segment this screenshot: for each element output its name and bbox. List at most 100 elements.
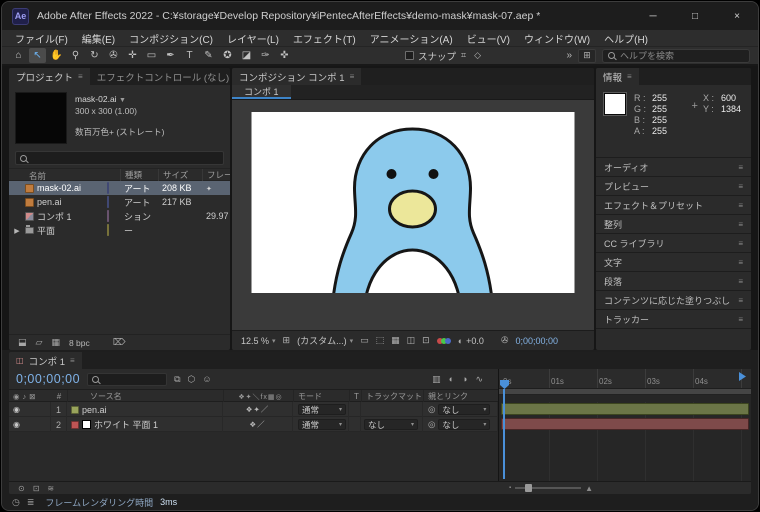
label-color-chip[interactable] [107, 196, 109, 208]
current-time-field[interactable]: 0;00;00;00 [16, 372, 80, 386]
workspace-button[interactable]: ⊞ [578, 49, 596, 63]
zoom-slider-thumb[interactable] [525, 484, 532, 492]
panel-menu-icon[interactable]: ≡ [627, 72, 632, 81]
panel-content-aware-fill[interactable]: コンテンツに応じた塗りつぶし≡ [596, 290, 751, 309]
hand-tool-icon[interactable]: ✋ [48, 48, 65, 63]
layer-duration-bar[interactable] [501, 403, 749, 415]
panel-preview[interactable]: プレビュー≡ [596, 176, 751, 195]
tab-effect-controls[interactable]: エフェクトコントロール (なし) ≡ [90, 68, 230, 85]
help-search-input[interactable] [620, 51, 744, 61]
work-area-bar[interactable] [499, 389, 751, 395]
visibility-eye-icon[interactable]: ◉ [9, 417, 51, 432]
label-color-chip[interactable] [107, 224, 109, 236]
tab-info[interactable]: 情報 ≡ [596, 68, 639, 85]
new-composition-icon[interactable]: ▦ [51, 337, 60, 348]
playhead-handle[interactable] [500, 380, 509, 389]
timeline-search-input[interactable] [102, 374, 162, 384]
panel-cc-libraries[interactable]: CC ライブラリ≡ [596, 233, 751, 252]
panel-menu-icon[interactable]: ≡ [78, 72, 83, 81]
trash-icon[interactable]: ⌦ [113, 337, 126, 348]
panel-menu-icon[interactable]: ≡ [738, 315, 743, 324]
comp-mini-flowchart-icon[interactable]: ⧉ [174, 374, 180, 385]
pen-tool-icon[interactable]: ✒ [162, 48, 179, 63]
visibility-eye-icon[interactable]: ◉ [9, 402, 51, 417]
eraser-tool-icon[interactable]: ◪ [238, 48, 255, 63]
pickwhip-icon[interactable]: ◎ [423, 419, 438, 430]
track-matte-dropdown[interactable]: なし▾ [364, 419, 418, 430]
clone-stamp-tool-icon[interactable]: ✪ [219, 48, 236, 63]
pan-behind-tool-icon[interactable]: ✛ [124, 48, 141, 63]
resolution-dropdown[interactable]: (カスタム...) ▾ [297, 334, 353, 347]
twirl-icon[interactable]: ▶ [14, 228, 19, 235]
zoom-slider-track[interactable] [515, 487, 581, 489]
panel-menu-icon[interactable]: ≡ [738, 163, 743, 172]
menu-layer[interactable]: レイヤー(L) [220, 31, 286, 46]
menu-edit[interactable]: 編集(E) [75, 31, 122, 46]
project-search[interactable] [15, 151, 224, 165]
zoom-in-mountain-icon[interactable]: ▲ [585, 484, 593, 493]
snap-checkbox[interactable] [405, 51, 414, 60]
parent-dropdown[interactable]: なし▾ [438, 419, 490, 430]
home-icon[interactable]: ⌂ [10, 48, 27, 63]
shy-layers-icon[interactable]: ☺ [202, 374, 211, 384]
panel-menu-icon[interactable]: ≡ [738, 277, 743, 286]
region-of-interest-icon[interactable]: ▭ [360, 335, 369, 346]
menu-view[interactable]: ビュー(V) [460, 31, 517, 46]
menu-effect[interactable]: エフェクト(T) [286, 31, 363, 46]
menu-file[interactable]: ファイル(F) [8, 31, 75, 46]
frame-blend-icon[interactable]: ▥ [432, 374, 441, 385]
panel-paragraph[interactable]: 段落≡ [596, 271, 751, 290]
project-search-input[interactable] [31, 153, 219, 163]
brush-tool-icon[interactable]: ✎ [200, 48, 217, 63]
panel-menu-icon[interactable]: ≡ [738, 258, 743, 267]
view-layout-icon[interactable]: ◫ [407, 335, 416, 346]
label-color-chip[interactable] [107, 210, 109, 222]
layer-switches-icon[interactable]: ⊡ [33, 484, 40, 493]
shape-tool-icon[interactable]: ▭ [143, 48, 160, 63]
playhead[interactable] [500, 380, 509, 481]
panel-menu-icon[interactable]: ≡ [738, 239, 743, 248]
mask-visibility-icon[interactable]: ▦ [391, 335, 400, 346]
project-row-comp-1[interactable]: コンポ 1 ション 29.97 [9, 209, 230, 223]
parent-dropdown[interactable]: なし▾ [438, 404, 490, 415]
panel-align[interactable]: 整列≡ [596, 214, 751, 233]
render-queue-icon[interactable]: ≣ [27, 497, 35, 508]
render-activity-icon[interactable]: ◷ [12, 497, 20, 508]
layer-switches[interactable]: ❖／ [223, 417, 293, 432]
menu-window[interactable]: ウィンドウ(W) [517, 31, 597, 46]
layer-row-white-solid[interactable]: ◉ 2 ホワイト 平面 1 ❖／ 通常▾ なし▾ ◎ なし▾ [9, 417, 498, 432]
work-area-end-marker[interactable] [739, 372, 746, 381]
menu-help[interactable]: ヘルプ(H) [597, 31, 655, 46]
graph-editor-icon[interactable]: ∿ [475, 374, 483, 385]
layer-duration-bar[interactable] [501, 418, 749, 430]
snap-option-icon[interactable]: ⌗ [458, 50, 469, 61]
transparency-grid-icon[interactable]: ⬚ [376, 335, 385, 346]
exposure-control[interactable]: ◐ +0.0 [458, 336, 484, 346]
camera-tool-icon[interactable]: ✇ [105, 48, 122, 63]
close-button[interactable]: × [716, 2, 758, 30]
time-ruler[interactable]: 0s 01s 02s 03s 04s [499, 369, 751, 389]
grid-options-icon[interactable]: ⊞ [283, 335, 291, 346]
draft-3d-icon[interactable]: ⬡ [188, 374, 196, 385]
panel-audio[interactable]: オーディオ≡ [596, 157, 751, 176]
new-folder-icon[interactable]: ▱ [36, 337, 43, 348]
layer-label-chip[interactable] [71, 421, 79, 429]
panel-menu-icon[interactable]: ≡ [350, 72, 355, 81]
transfer-controls-icon[interactable]: ≋ [47, 484, 54, 493]
panel-effects-presets[interactable]: エフェクト＆プリセット≡ [596, 195, 751, 214]
viewer-tab-comp-1[interactable]: コンポ 1 [232, 85, 291, 99]
blend-mode-dropdown[interactable]: 通常▾ [298, 419, 346, 430]
mask-path-icon[interactable]: ◇ [471, 50, 484, 61]
tab-timeline-comp-1[interactable]: ◫ コンポ 1 ≡ [9, 352, 82, 369]
snapshot-camera-icon[interactable]: ✇ [501, 335, 509, 346]
puppet-pin-tool-icon[interactable]: ✜ [276, 48, 293, 63]
panel-menu-icon[interactable]: ≡ [738, 220, 743, 229]
panel-menu-icon[interactable]: ≡ [738, 182, 743, 191]
type-tool-icon[interactable]: T [181, 48, 198, 63]
rotation-tool-icon[interactable]: ↻ [86, 48, 103, 63]
label-color-chip[interactable] [107, 182, 109, 194]
toolbar-overflow-icon[interactable]: » [566, 50, 572, 61]
layer-label-chip[interactable] [71, 406, 79, 414]
selection-tool-icon[interactable]: ↖ [29, 48, 46, 63]
viewer-timecode[interactable]: 0;00;00;00 [515, 336, 558, 346]
